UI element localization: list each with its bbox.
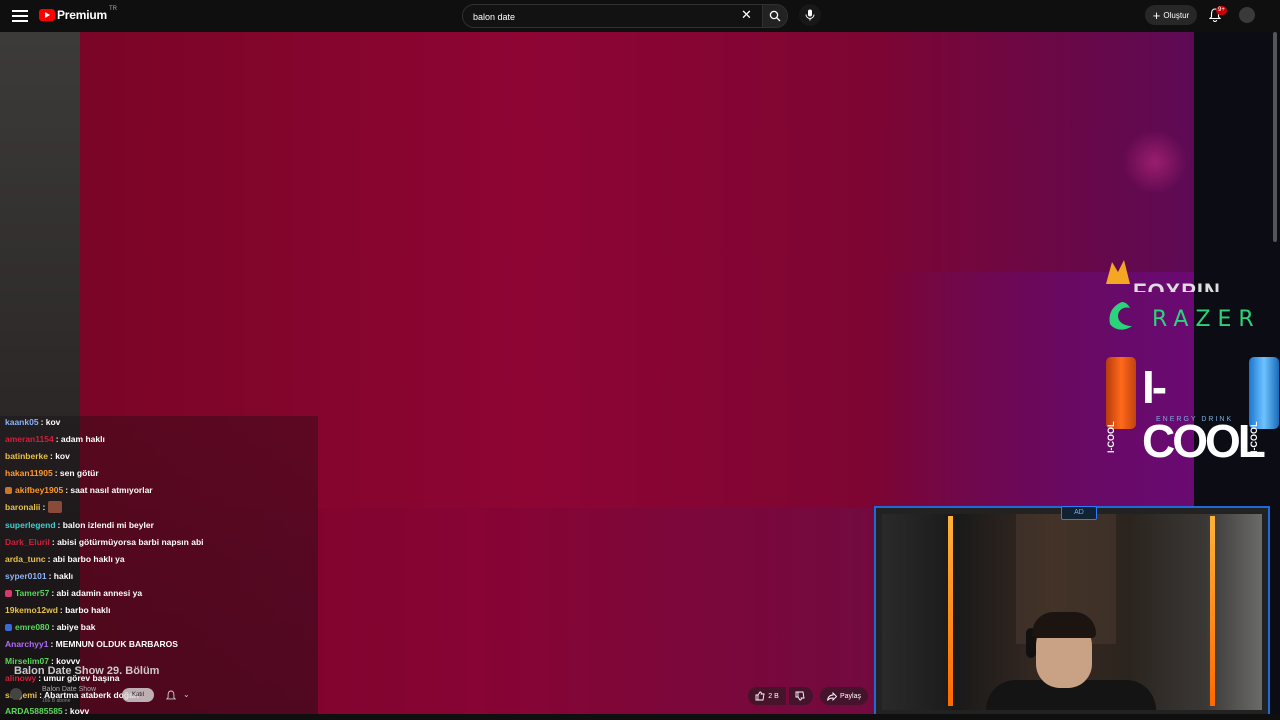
razer-sponsor: RAZER [1152,307,1261,332]
chat-text: : kov [50,451,70,461]
chat-username[interactable]: kaank05 [5,417,39,427]
chat-text: : abiye bak [51,622,96,632]
subscriber-count: 166 B abone [42,698,71,704]
channel-name[interactable]: Balon Date Show [42,686,96,693]
chat-message: Anarchyy1: MEMNUN OLDUK BARBAROS [5,638,178,650]
subscribe-bell-button[interactable] [165,689,177,707]
chat-text: : sen götür [54,468,99,478]
icool-subtitle: ENERGY DRINK [1156,416,1234,423]
chat-username[interactable]: hakan11905 [5,468,53,478]
search-input[interactable] [471,8,735,26]
page-scrollbar[interactable] [1273,32,1277,242]
account-avatar[interactable] [1239,7,1255,23]
logo-text: Premium [57,8,107,22]
chat-username[interactable]: batinberke [5,451,48,461]
bottom-bar [0,714,1280,720]
chat-username[interactable]: Tamer57 [15,588,49,598]
logo-region: TR [108,6,117,12]
share-icon [827,691,837,701]
chat-username[interactable]: arda_tunc [5,554,46,564]
youtube-play-icon [39,9,55,21]
chat-message: Tamer57: abi adamin annesi ya [5,587,142,599]
menu-icon[interactable] [12,8,28,24]
chat-username[interactable]: superlegend [5,520,56,530]
can-label: I-COOL [1249,421,1259,454]
top-bar: Premium TR ✕ + Oluştur 9+ [0,0,1280,32]
chat-username[interactable]: Dark_Eluril [5,537,50,547]
voice-search-button[interactable] [799,4,821,26]
search-button[interactable] [762,4,788,28]
led-light-left [948,516,953,706]
chat-message: Dark_Eluril: abisi götürmüyorsa barbi na… [5,536,204,548]
webcam-overlay: AD [874,506,1270,716]
led-light-right [1210,516,1215,706]
pink-glow [1120,132,1190,192]
chat-text: : haklı [48,571,74,581]
chat-message: emre080: abiye bak [5,621,95,633]
chat-text: : MEMNUN OLDUK BARBAROS [50,639,178,649]
chat-username[interactable]: ameran1154 [5,434,54,444]
like-button[interactable]: 2 B [748,687,786,705]
chat-badge-icon [5,487,12,494]
chat-username[interactable]: emre080 [15,622,50,632]
thumbs-down-icon [795,691,805,701]
bell-icon [165,690,177,700]
chat-text: : [42,502,46,512]
like-count: 2 B [768,692,779,700]
webcam-logo: AD [1061,506,1097,520]
icool-can-blue: I-COOL [1249,357,1279,453]
chat-text: : abi adamin annesi ya [51,588,143,598]
chat-message: kaank05: kov [5,416,60,428]
foxpin-sponsor: FOXPIN [1133,279,1221,292]
foxpin-logo-icon [1106,260,1130,284]
can-label: I-COOL [1106,421,1116,454]
share-label: Paylaş [839,692,861,700]
join-button[interactable]: Katıl [122,688,154,702]
chat-message: 19kemo12wd: barbo haklı [5,604,110,616]
icool-can-orange: I-COOL [1106,357,1136,453]
clear-search-icon[interactable]: ✕ [741,7,752,23]
chat-text: : saat nasıl atmıyorlar [65,485,153,495]
chat-badge-icon [5,624,12,631]
chat-text: : abisi götürmüyorsa barbi napsın abi [51,537,204,547]
streamer-hair [1032,612,1096,638]
share-button[interactable]: Paylaş [820,687,868,705]
microphone-icon [805,9,815,21]
chat-message: superlegend: balon izlendi mi beyler [5,519,154,531]
chat-message: ameran1154: adam haklı [5,433,105,445]
search-icon [769,10,781,22]
chat-username[interactable]: 19kemo12wd [5,605,58,615]
chat-username[interactable]: akifbey1905 [15,485,63,495]
chat-emote-icon [48,501,63,513]
chat-text: : abi barbo haklı ya [47,554,125,564]
video-title[interactable]: Balon Date Show 29. Bölüm [14,665,159,677]
chat-username[interactable]: syper0101 [5,571,47,581]
razer-snake-icon [1109,302,1132,330]
chat-text: : adam haklı [55,434,105,444]
thumbs-up-icon [755,691,765,701]
chat-text: : balon izlendi mi beyler [57,520,154,530]
chevron-down-icon[interactable]: ⌄ [183,690,190,699]
notification-badge: 9+ [1216,6,1227,15]
chat-badge-icon [5,590,12,597]
chat-message: hakan11905: sen götür [5,467,99,479]
chat-text: : kov [40,417,61,427]
create-label: Oluştur [1163,10,1190,20]
chat-message: syper0101: haklı [5,570,73,582]
plus-icon: + [1152,7,1161,23]
chat-message: baronalii: [5,501,63,513]
dislike-button[interactable] [789,687,813,705]
chat-message: arda_tunc: abi barbo haklı ya [5,553,125,565]
chat-message: batinberke: kov [5,450,70,462]
youtube-logo[interactable]: Premium TR [39,6,117,22]
chat-username[interactable]: Anarchyy1 [5,639,48,649]
chat-message: akifbey1905: saat nasıl atmıyorlar [5,484,153,496]
search-box: ✕ [462,4,764,28]
channel-avatar[interactable] [10,688,22,700]
chat-text: : barbo haklı [59,605,111,615]
chat-username[interactable]: baronalii [5,502,40,512]
create-button[interactable]: + Oluştur [1145,5,1197,25]
